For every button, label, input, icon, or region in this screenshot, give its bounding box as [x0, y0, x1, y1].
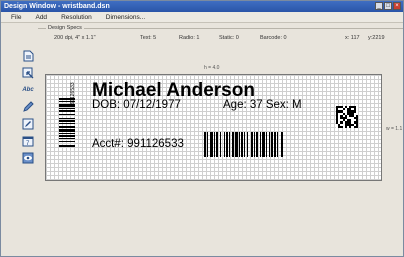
abc-text-icon[interactable]: Abc [21, 83, 35, 97]
spec-resolution: 200 dpi, 4" x 1.1" [54, 35, 96, 41]
spec-text: Text: 5 [140, 35, 157, 41]
edit-icon[interactable] [21, 117, 35, 131]
design-window: Design Window - wristband.dsn _ □ × File… [0, 0, 404, 257]
pencil-icon[interactable] [21, 100, 35, 114]
design-specs-title: Design Specs [46, 25, 84, 31]
horizontal-barcode[interactable] [204, 132, 322, 157]
spec-static: Static: 0 [219, 35, 239, 41]
menu-resolution[interactable]: Resolution [54, 14, 99, 21]
menu-dimensions[interactable]: Dimensions... [99, 14, 152, 21]
patient-account[interactable]: Acct#: 991126533 [92, 138, 184, 150]
barcode-bar [59, 147, 75, 148]
document-icon[interactable] [21, 49, 35, 63]
window-controls: _ □ × [375, 2, 401, 10]
spec-radio: Radio: 1 [179, 35, 200, 41]
close-button[interactable]: × [393, 2, 401, 10]
qr-code[interactable] [336, 106, 358, 128]
spec-barcode: Barcode: 0 [260, 35, 287, 41]
arrow-icon[interactable] [21, 66, 35, 80]
spec-y: y:2219 [368, 35, 385, 41]
menu-bar: File Add Resolution Dimensions... [1, 12, 403, 23]
patient-age-sex[interactable]: Age: 37 Sex: M [223, 99, 302, 111]
height-dimension: h = 4.0 [204, 65, 220, 71]
menu-add[interactable]: Add [28, 14, 54, 21]
menu-file[interactable]: File [1, 14, 28, 21]
title-bar[interactable]: Design Window - wristband.dsn _ □ × [1, 1, 403, 12]
calendar-icon[interactable]: 7 [21, 134, 35, 148]
wristband-label-canvas[interactable]: 991126533 Michael Anderson DOB: 07/12/19… [45, 74, 382, 181]
minimize-button[interactable]: _ [375, 2, 383, 10]
qr-module [355, 125, 358, 128]
tool-palette: Abc 7 [19, 49, 37, 167]
eye-icon[interactable] [21, 151, 35, 165]
vertical-barcode-text[interactable]: 991126533 [70, 82, 76, 107]
patient-dob[interactable]: DOB: 07/12/1977 [92, 99, 181, 111]
spec-x: x: 117 [345, 35, 360, 41]
design-specs-group: Design Specs 200 dpi, 4" x 1.1" Text: 5 … [38, 25, 403, 49]
maximize-button[interactable]: □ [384, 2, 392, 10]
window-title: Design Window - wristband.dsn [4, 3, 110, 10]
width-dimension: w = 1.1 [386, 126, 403, 132]
vertical-barcode[interactable] [59, 98, 75, 170]
barcode-bar [283, 132, 284, 157]
